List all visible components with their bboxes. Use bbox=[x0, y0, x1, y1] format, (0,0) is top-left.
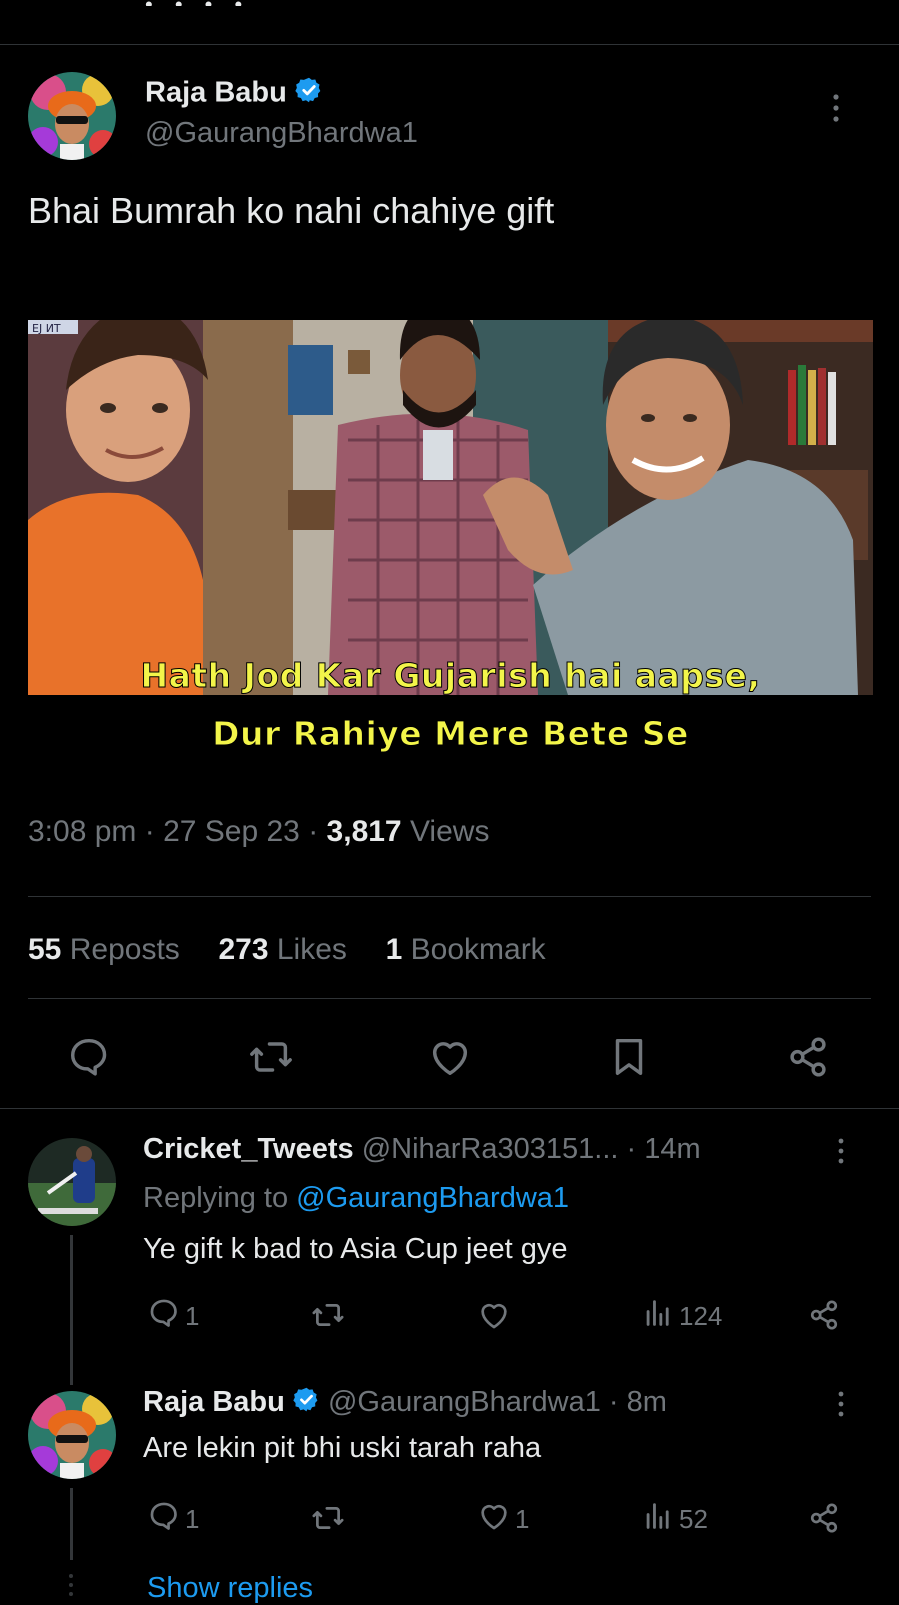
reply-icon bbox=[147, 1296, 181, 1337]
reply-count: 1 bbox=[185, 1300, 200, 1331]
views-button[interactable]: 124 bbox=[641, 1298, 722, 1334]
tweet-image[interactable]: EJ ИT Hath Jod Kar Gujarish hai aapse, D… bbox=[28, 320, 873, 780]
reply-author-name[interactable]: Cricket_Tweets bbox=[143, 1133, 354, 1165]
tweet-text: Bhai Bumrah ko nahi chahiye gift bbox=[28, 190, 555, 231]
analytics-icon bbox=[641, 1296, 675, 1337]
share-icon[interactable] bbox=[785, 1034, 831, 1080]
thread-line bbox=[70, 1488, 73, 1560]
repost-icon[interactable] bbox=[311, 1298, 345, 1337]
divider bbox=[0, 1108, 899, 1109]
reply-time[interactable]: · 8m bbox=[609, 1386, 667, 1418]
divider bbox=[28, 998, 871, 999]
reply-icon[interactable] bbox=[66, 1034, 112, 1080]
bookmark-icon[interactable] bbox=[606, 1034, 652, 1080]
thread-dots-icon bbox=[66, 1572, 76, 1605]
reply-time[interactable]: · 14m bbox=[627, 1133, 701, 1165]
like-icon[interactable] bbox=[427, 1034, 473, 1080]
share-icon[interactable] bbox=[807, 1298, 841, 1337]
more-options-icon[interactable] bbox=[826, 92, 846, 131]
tweet-meta: 3:08 pm · 27 Sep 23 · 3,817 Views bbox=[28, 815, 490, 848]
more-options-icon[interactable] bbox=[833, 1137, 849, 1172]
sign-text: EJ ИT bbox=[32, 322, 61, 335]
author-name[interactable]: Raja Babu bbox=[145, 77, 287, 109]
views-count: 124 bbox=[679, 1300, 723, 1331]
reply-handle[interactable]: @NiharRa303151... bbox=[362, 1133, 619, 1165]
tweet-time[interactable]: 3:08 pm bbox=[28, 815, 136, 848]
tweet-date[interactable]: 27 Sep 23 bbox=[163, 815, 300, 848]
share-icon[interactable] bbox=[807, 1501, 841, 1540]
reply-text: Are lekin pit bhi uski tarah raha bbox=[143, 1432, 542, 1464]
views-count: 52 bbox=[679, 1503, 708, 1534]
reposts-stat[interactable]: 55 Reposts bbox=[28, 933, 180, 966]
author-handle[interactable]: @GaurangBhardwa1 bbox=[145, 117, 418, 150]
reply-handle[interactable]: @GaurangBhardwa1 bbox=[328, 1386, 601, 1418]
partial-scrolled-text: • • • • bbox=[145, 0, 275, 6]
views-count: 3,817 bbox=[326, 815, 402, 848]
reply-author-name[interactable]: Raja Babu bbox=[143, 1386, 285, 1418]
show-replies-link[interactable]: Show replies bbox=[147, 1572, 313, 1605]
reply-button[interactable]: 1 bbox=[147, 1298, 199, 1334]
reply-button[interactable]: 1 bbox=[147, 1501, 199, 1537]
reply-header: Cricket_Tweets @NiharRa303151... · 14m bbox=[143, 1133, 701, 1166]
reply-count: 1 bbox=[185, 1503, 200, 1534]
replying-to-link[interactable]: @GaurangBhardwa1 bbox=[296, 1182, 569, 1214]
verified-badge-icon bbox=[293, 1386, 320, 1421]
meme-caption-line1: Hath Jod Kar Gujarish hai aapse, bbox=[140, 656, 761, 696]
replying-to: Replying to @GaurangBhardwa1 bbox=[143, 1182, 570, 1214]
divider bbox=[28, 896, 871, 897]
verified-badge-icon bbox=[295, 76, 323, 112]
reply-avatar[interactable] bbox=[28, 1391, 116, 1479]
author-name-row: Raja Babu bbox=[145, 76, 323, 112]
more-options-icon[interactable] bbox=[833, 1390, 849, 1425]
analytics-icon bbox=[641, 1499, 675, 1540]
thread-line bbox=[70, 1235, 73, 1385]
likes-stat[interactable]: 273 Likes bbox=[218, 933, 346, 966]
repost-icon[interactable] bbox=[248, 1034, 294, 1080]
tweet-stats: 55 Reposts 273 Likes 1 Bookmark bbox=[28, 933, 546, 967]
like-count: 1 bbox=[515, 1503, 530, 1534]
views-label: Views bbox=[409, 815, 490, 848]
reply-text: Ye gift k bad to Asia Cup jeet gye bbox=[143, 1233, 568, 1265]
reply-header: Raja Babu @GaurangBhardwa1 · 8m bbox=[143, 1386, 667, 1421]
reply-icon bbox=[147, 1499, 181, 1540]
reply-avatar[interactable] bbox=[28, 1138, 116, 1226]
meme-caption-line2: Dur Rahiye Mere Bete Se bbox=[212, 714, 689, 754]
top-divider bbox=[0, 44, 899, 45]
like-icon[interactable] bbox=[477, 1298, 511, 1337]
author-avatar[interactable] bbox=[28, 72, 116, 160]
like-button[interactable]: 1 bbox=[477, 1501, 529, 1537]
bookmarks-stat[interactable]: 1 Bookmark bbox=[386, 933, 546, 966]
views-button[interactable]: 52 bbox=[641, 1501, 708, 1537]
like-icon bbox=[477, 1499, 511, 1540]
repost-icon[interactable] bbox=[311, 1501, 345, 1540]
